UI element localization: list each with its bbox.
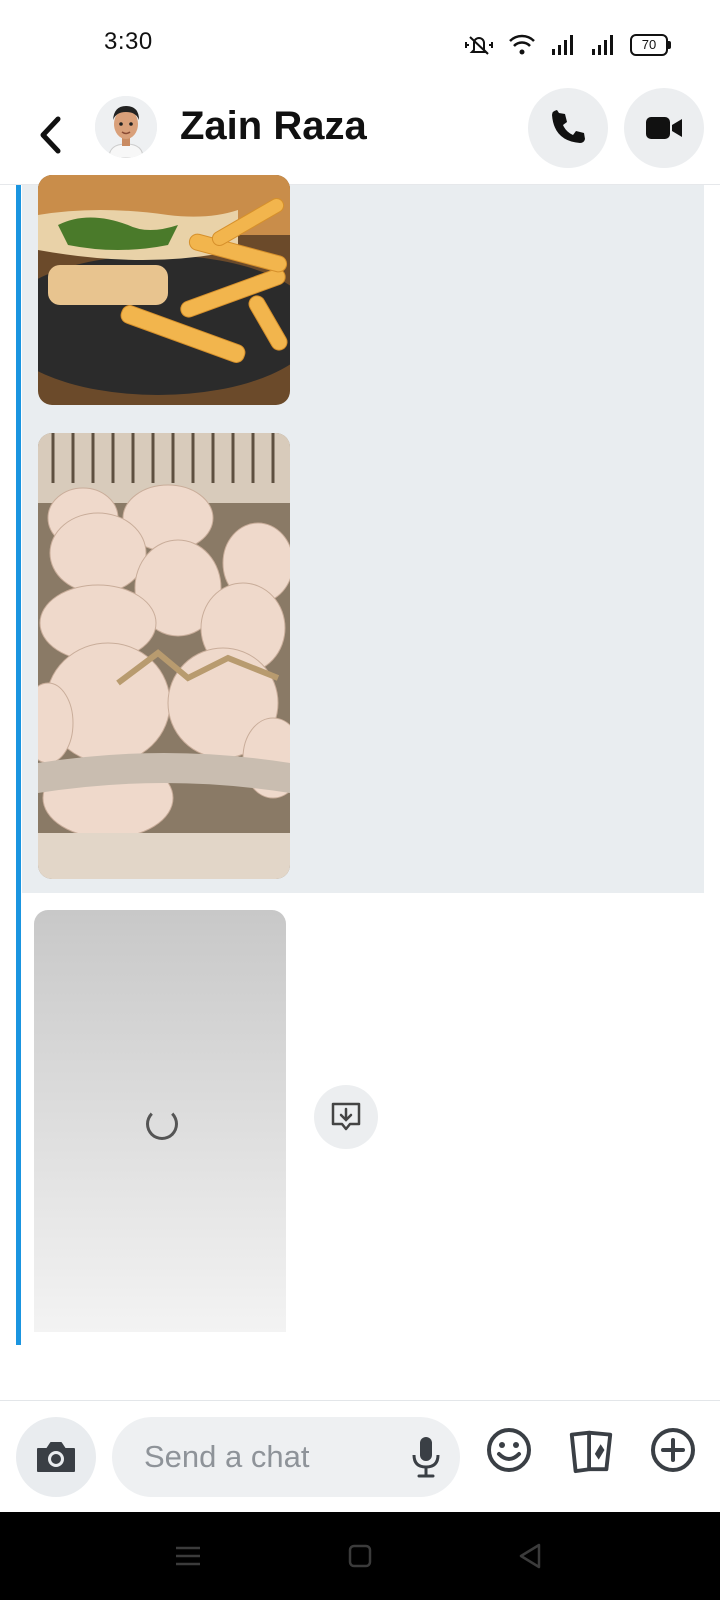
signal-icon-2: [592, 35, 613, 55]
back-chevron-icon: [40, 116, 61, 154]
menu-icon: [176, 1546, 200, 1566]
chat-area[interactable]: [0, 175, 720, 1400]
contact-name[interactable]: Zain Raza: [180, 104, 367, 149]
video-call-button[interactable]: [624, 88, 704, 168]
save-in-chat-button[interactable]: [314, 1085, 378, 1149]
back-triangle-icon: [519, 1543, 541, 1569]
camera-button[interactable]: [16, 1417, 96, 1497]
avatar[interactable]: [95, 96, 157, 158]
loading-spinner-icon: [146, 1108, 178, 1140]
battery-indicator: 70: [630, 34, 671, 56]
home-square-icon: [348, 1544, 372, 1568]
sticker-icon: [569, 1430, 613, 1474]
call-button[interactable]: [528, 88, 608, 168]
bitmoji-avatar-icon: [95, 96, 157, 158]
status-time: 3:30: [104, 28, 153, 55]
eggs-photo-image: [38, 433, 290, 879]
sender-color-bar: [16, 185, 21, 1345]
nav-menu-button[interactable]: [168, 1538, 208, 1574]
video-camera-icon: [646, 117, 682, 139]
emoji-button[interactable]: [484, 1425, 534, 1475]
chat-input[interactable]: Send a chat: [112, 1417, 460, 1497]
signal-icon-1: [552, 35, 573, 55]
nav-back-button[interactable]: [510, 1538, 550, 1574]
nav-home-button[interactable]: [340, 1538, 380, 1574]
food-photo[interactable]: [38, 175, 290, 405]
save-chat-icon: [331, 1102, 361, 1131]
chat-input-placeholder: Send a chat: [144, 1439, 310, 1474]
system-nav-bar: [0, 1512, 720, 1600]
phone-icon: [552, 110, 585, 143]
wifi-icon: [509, 34, 535, 55]
sticker-button[interactable]: [566, 1425, 616, 1475]
food-photo-image: [38, 175, 290, 405]
emoji-icon: [487, 1428, 531, 1472]
mute-icon: [465, 36, 493, 55]
eggs-photo[interactable]: [38, 433, 290, 879]
microphone-icon[interactable]: [410, 1435, 442, 1479]
back-button[interactable]: [30, 110, 70, 160]
chat-input-bar: Send a chat: [0, 1400, 720, 1513]
status-icons: 70: [464, 30, 671, 60]
camera-icon: [37, 1442, 75, 1472]
status-bar: 3:30 70: [0, 0, 720, 88]
plus-button[interactable]: [648, 1425, 698, 1475]
loading-media[interactable]: [34, 910, 286, 1332]
plus-icon: [651, 1428, 695, 1472]
chat-header: Zain Raza: [0, 88, 720, 185]
